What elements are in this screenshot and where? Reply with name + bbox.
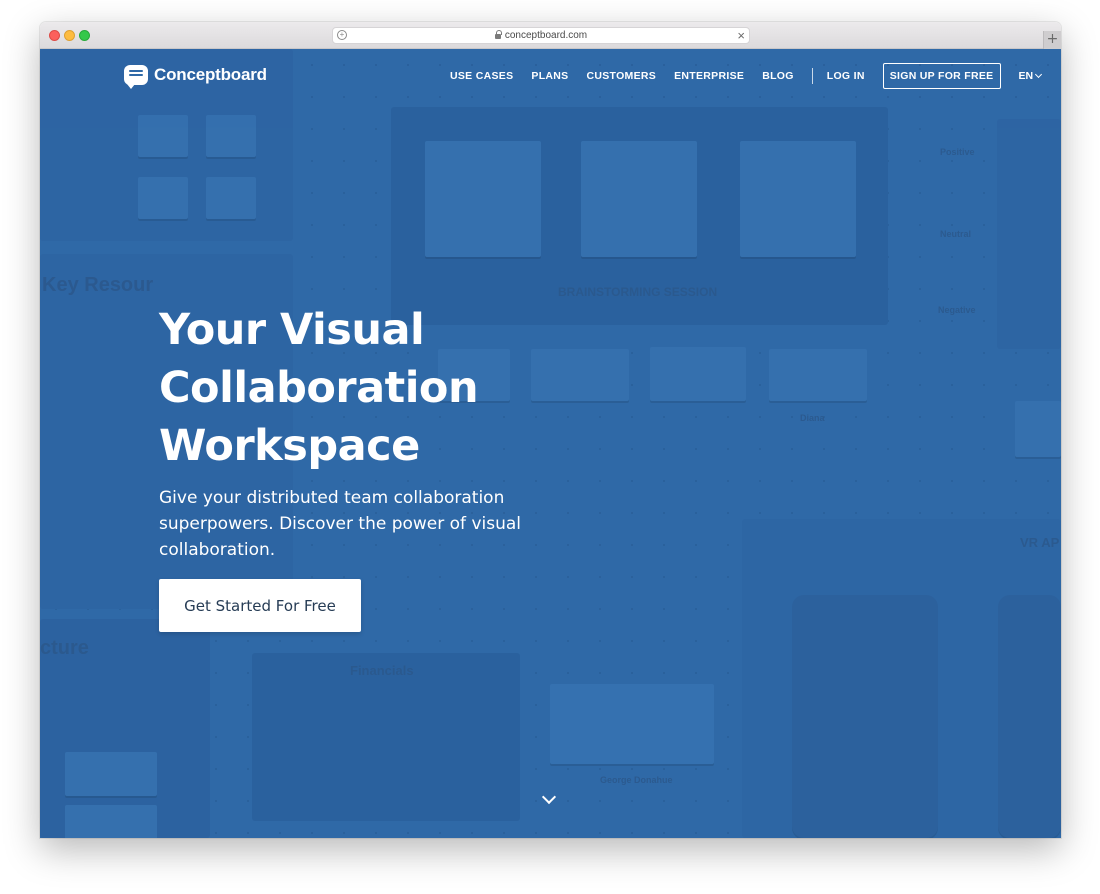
bg-sticky <box>206 177 256 219</box>
bg-label: Positive <box>940 147 975 157</box>
vr-sticky <box>740 141 856 257</box>
close-icon[interactable]: × <box>737 28 745 44</box>
phone-mockup <box>792 595 938 838</box>
page-content: Key Resour cture Financials BRAINSTORMIN… <box>40 49 1061 838</box>
vr-sticky <box>581 141 697 257</box>
bg-label: Financials <box>350 663 414 678</box>
chevron-down-icon <box>1035 70 1043 78</box>
browser-window: + conceptboard.com × + Key Resour cture … <box>40 22 1061 838</box>
maximize-window-button[interactable] <box>79 30 90 41</box>
login-link[interactable]: LOG IN <box>827 70 865 82</box>
nav-plans[interactable]: PLANS <box>531 70 568 82</box>
phone-mockup <box>998 595 1061 838</box>
top-nav: Conceptboard USE CASES PLANS CUSTOMERS E… <box>40 49 1061 101</box>
bg-sticky <box>206 115 256 157</box>
address-bar[interactable]: + conceptboard.com × <box>332 27 750 44</box>
bg-sticky <box>1015 401 1061 457</box>
bg-sticky <box>650 347 746 401</box>
cursor-name: Diana <box>800 413 825 423</box>
language-selector[interactable]: EN <box>1018 70 1043 82</box>
bg-sticky <box>138 115 188 157</box>
minimize-window-button[interactable] <box>64 30 75 41</box>
reader-icon[interactable]: + <box>337 30 347 40</box>
speech-bubble-logo-icon <box>124 65 148 89</box>
bg-sticky <box>769 349 867 401</box>
browser-titlebar: + conceptboard.com × + <box>40 22 1061 49</box>
nav-blog[interactable]: BLOG <box>762 70 794 82</box>
signup-button[interactable]: SIGN UP FOR FREE <box>882 63 1001 89</box>
bg-sticky <box>65 752 157 796</box>
comment-card <box>550 684 714 764</box>
bg-panel <box>997 119 1061 349</box>
vr-sticky <box>425 141 541 257</box>
financials-panel <box>252 653 520 821</box>
bg-label: cture <box>40 637 89 659</box>
url-text: conceptboard.com <box>504 30 588 41</box>
bg-label: BRAINSTORMING SESSION <box>558 285 718 299</box>
nav-use-cases[interactable]: USE CASES <box>450 70 513 82</box>
nav-enterprise[interactable]: ENTERPRISE <box>674 70 744 82</box>
hero-subtitle: Give your distributed team collaboration… <box>159 488 522 560</box>
close-window-button[interactable] <box>49 30 60 41</box>
hero-title: Your Visual Collaboration Workspace <box>159 305 479 471</box>
new-tab-button[interactable]: + <box>1043 31 1061 49</box>
bg-label: Key Resour <box>42 274 154 296</box>
cursor-name: George Donahue <box>600 775 673 785</box>
logo-text: Conceptboard <box>154 65 267 84</box>
bg-label: Negative <box>938 305 976 315</box>
logo[interactable]: Conceptboard <box>124 65 267 89</box>
lock-icon <box>494 30 502 39</box>
get-started-button[interactable]: Get Started For Free <box>159 579 361 632</box>
nav-links: USE CASES PLANS CUSTOMERS ENTERPRISE BLO… <box>450 63 1043 89</box>
bg-label: Neutral <box>940 229 972 239</box>
nav-divider <box>811 68 813 84</box>
language-label: EN <box>1018 70 1034 82</box>
bg-label: VR AP <box>1020 535 1060 550</box>
nav-customers[interactable]: CUSTOMERS <box>586 70 656 82</box>
bg-sticky <box>65 805 157 838</box>
bg-sticky <box>138 177 188 219</box>
